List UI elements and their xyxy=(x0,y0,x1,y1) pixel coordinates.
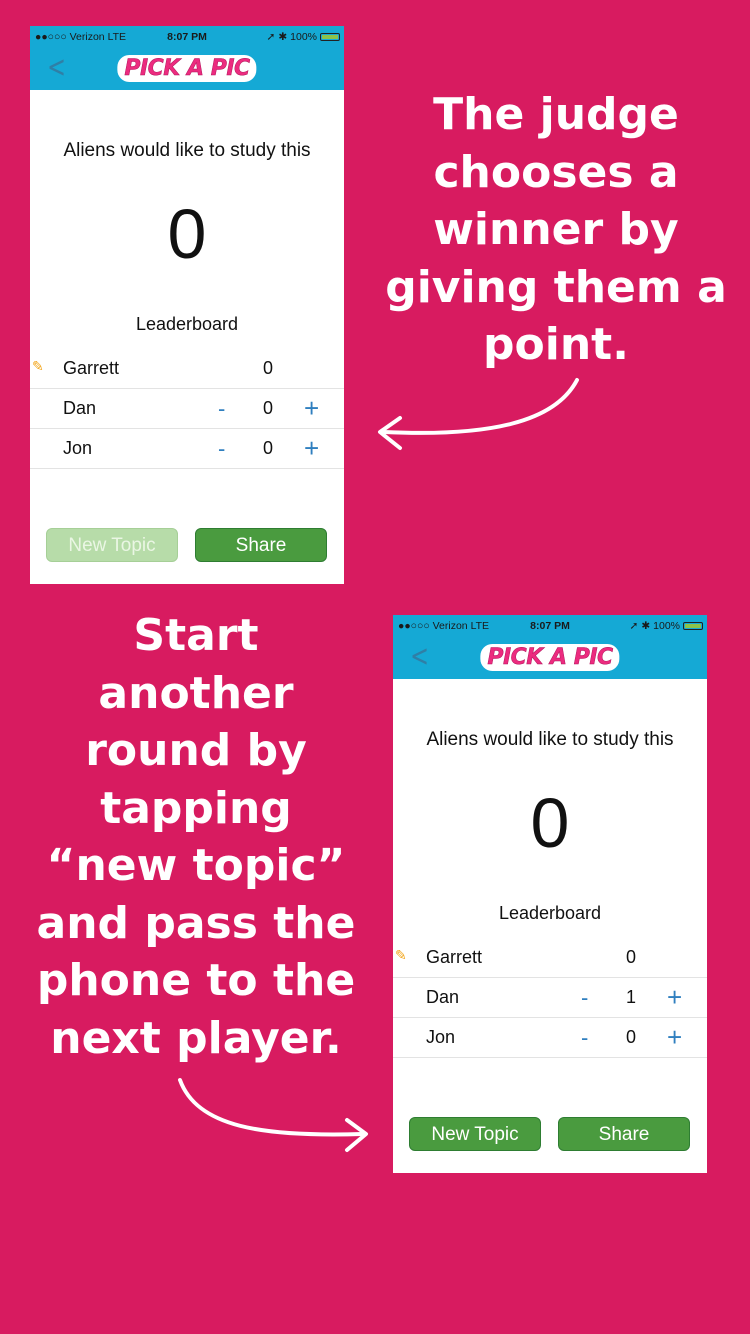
player-points: 1 xyxy=(626,987,637,1007)
player-points: 0 xyxy=(263,398,274,418)
leaderboard-row-dan: Dan - 1 + xyxy=(393,978,707,1018)
leaderboard: ✎ Garrett 0 Dan - 1 + Jon - 0 + xyxy=(393,938,707,1058)
caption-line: point. xyxy=(483,319,629,370)
status-right: ➚ ✱ 100% xyxy=(267,31,340,43)
player-points: 0 xyxy=(626,947,637,967)
new-topic-button[interactable]: New Topic xyxy=(409,1117,541,1151)
bluetooth-icon: ✱ xyxy=(278,31,288,43)
leaderboard-row-jon: Jon - 0 + xyxy=(393,1018,707,1058)
action-buttons: New Topic Share xyxy=(393,1117,707,1153)
caption-line: winner by xyxy=(433,204,679,255)
gavel-icon: ✎ xyxy=(395,947,407,963)
player-name: Jon xyxy=(426,1027,456,1047)
caption-line: next player. xyxy=(50,1012,342,1064)
player-name: Dan xyxy=(426,987,460,1007)
player-points: 0 xyxy=(626,1027,637,1047)
round-timer: 0 xyxy=(530,784,570,862)
leaderboard-row-garrett: ✎ Garrett 0 xyxy=(393,938,707,978)
bluetooth-icon: ✱ xyxy=(641,620,651,632)
player-points: 0 xyxy=(263,358,274,378)
caption-line: Start xyxy=(133,610,259,661)
battery-percent: 100% xyxy=(290,31,317,43)
leaderboard-row-dan: Dan - 0 + xyxy=(30,389,344,429)
caption-line: chooses a xyxy=(433,146,679,198)
caption-line: another xyxy=(98,667,294,719)
arrow-icon xyxy=(178,1078,368,1152)
player-name: Garrett xyxy=(426,947,483,967)
leaderboard: ✎ Garrett 0 Dan - 0 + Jon - 0 + xyxy=(30,349,344,469)
nav-bar: < PICK A PIC xyxy=(30,48,344,90)
increment-button[interactable]: + xyxy=(667,1022,682,1053)
arrow-icon xyxy=(378,378,579,450)
player-name: Garrett xyxy=(63,358,120,378)
player-points: 0 xyxy=(263,438,274,458)
caption-line: giving them a xyxy=(385,261,727,313)
status-bar: ●●○○○ Verizon LTE 8:07 PM ➚ ✱ 100% xyxy=(30,26,344,48)
topic-text: Aliens would like to study this xyxy=(426,729,674,750)
decrement-button[interactable]: - xyxy=(581,1025,588,1051)
decrement-button[interactable]: - xyxy=(581,985,588,1011)
share-button[interactable]: Share xyxy=(195,528,327,562)
player-name: Dan xyxy=(63,398,97,418)
gavel-icon: ✎ xyxy=(32,358,44,374)
new-topic-button[interactable]: New Topic xyxy=(46,528,178,562)
status-right: ➚ ✱ 100% xyxy=(630,620,703,632)
leaderboard-title: Leaderboard xyxy=(498,903,602,923)
decrement-button[interactable]: - xyxy=(218,396,225,422)
round-timer: 0 xyxy=(167,195,207,273)
location-icon: ➚ xyxy=(629,620,639,632)
app-logo: PICK A PIC xyxy=(117,55,257,82)
increment-button[interactable]: + xyxy=(304,433,319,464)
caption-line: and pass the xyxy=(36,897,356,949)
increment-button[interactable]: + xyxy=(304,393,319,424)
caption-line: tapping xyxy=(100,782,292,834)
caption-line: round by xyxy=(85,725,307,776)
location-icon: ➚ xyxy=(266,31,276,43)
app-logo: PICK A PIC xyxy=(480,644,620,671)
battery-icon xyxy=(683,622,703,630)
action-buttons: New Topic Share xyxy=(30,528,344,564)
battery-percent: 100% xyxy=(653,620,680,632)
leaderboard-title: Leaderboard xyxy=(135,314,239,334)
player-name: Jon xyxy=(63,438,93,458)
chevron-left-icon[interactable]: < xyxy=(410,642,429,672)
nav-bar: < PICK A PIC xyxy=(393,637,707,679)
share-button[interactable]: Share xyxy=(558,1117,690,1151)
battery-icon xyxy=(320,33,340,41)
caption-top: The judge chooses a winner by giving the… xyxy=(376,86,736,374)
chevron-left-icon[interactable]: < xyxy=(47,53,66,83)
leaderboard-row-garrett: ✎ Garrett 0 xyxy=(30,349,344,389)
increment-button[interactable]: + xyxy=(667,982,682,1013)
topic-text: Aliens would like to study this xyxy=(63,140,311,161)
caption-line: The judge xyxy=(433,89,679,140)
decrement-button[interactable]: - xyxy=(218,436,225,462)
phone-screenshot-new-round: ●●○○○ Verizon LTE 8:07 PM ➚ ✱ 100% < PIC… xyxy=(393,615,707,1173)
leaderboard-row-jon: Jon - 0 + xyxy=(30,429,344,469)
caption-bottom: Start another round by tapping “new topi… xyxy=(24,607,368,1067)
caption-line: phone to the xyxy=(36,955,356,1006)
phone-screenshot-judge: ●●○○○ Verizon LTE 8:07 PM ➚ ✱ 100% < PIC… xyxy=(30,26,344,584)
caption-line: “new topic” xyxy=(46,840,346,891)
status-bar: ●●○○○ Verizon LTE 8:07 PM ➚ ✱ 100% xyxy=(393,615,707,637)
